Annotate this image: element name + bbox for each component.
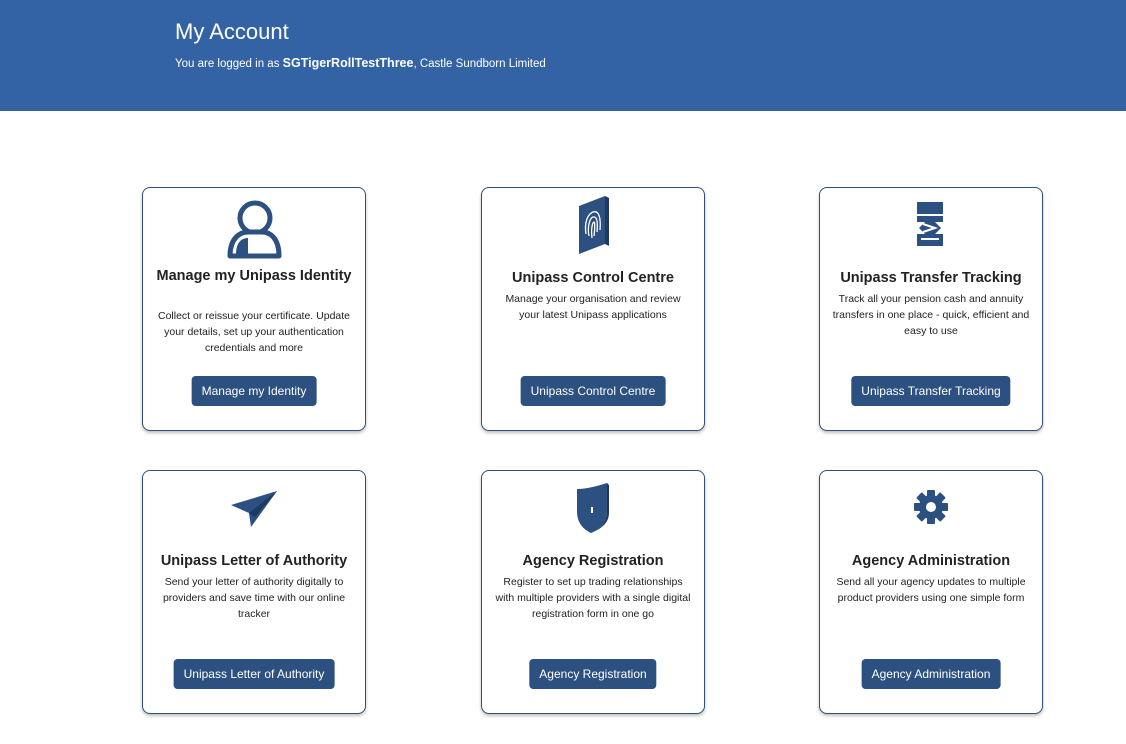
page-title: My Account — [175, 19, 289, 44]
paper-plane-icon — [143, 487, 365, 531]
card-description: Send all your agency updates to multiple… — [836, 576, 1026, 604]
card-letter-of-authority: Unipass Letter of Authority Send your le… — [142, 470, 366, 714]
card-title: Unipass Control Centre — [512, 270, 674, 286]
card-description: Register to set up trading relationships… — [495, 576, 691, 620]
card-control-centre: Unipass Control Centre Manage your organ… — [481, 187, 705, 431]
card-description: Collect or reissue your certificate. Upd… — [158, 310, 350, 354]
agency-administration-button[interactable]: Agency Administration — [861, 659, 1001, 689]
card-manage-identity: Manage my Unipass Identity Collect or re… — [142, 187, 366, 431]
account-header: My Account You are logged in as SGTigerR… — [0, 0, 1126, 111]
card-agency-administration: Agency Administration Send all your agen… — [819, 470, 1043, 714]
manage-identity-button[interactable]: Manage my Identity — [191, 376, 317, 406]
transfer-tracking-button[interactable]: Unipass Transfer Tracking — [851, 376, 1011, 406]
document-transfer-icon — [820, 200, 1042, 248]
letter-of-authority-button[interactable]: Unipass Letter of Authority — [173, 659, 335, 689]
organisation-name: , Castle Sundborn Limited — [413, 58, 546, 70]
control-centre-button[interactable]: Unipass Control Centre — [520, 376, 666, 406]
card-title: Manage my Unipass Identity — [156, 268, 352, 284]
logged-in-prefix: You are logged in as — [175, 58, 283, 70]
card-description: Manage your organisation and review your… — [505, 293, 681, 321]
card-description: Track all your pension cash and annuity … — [832, 293, 1030, 337]
card-title: Agency Administration — [851, 553, 1011, 569]
shield-icon — [482, 481, 704, 535]
user-icon — [143, 198, 365, 260]
agency-registration-button[interactable]: Agency Registration — [529, 659, 657, 689]
card-agency-registration: Agency Registration Register to set up t… — [481, 470, 705, 714]
card-description: Send your letter of authority digitally … — [162, 576, 346, 620]
fingerprint-book-icon — [482, 194, 704, 256]
logged-in-status: You are logged in as SGTigerRollTestThre… — [175, 55, 546, 72]
gear-icon — [820, 487, 1042, 527]
card-title: Agency Registration — [522, 553, 664, 569]
username: SGTigerRollTestThree — [282, 56, 414, 70]
card-title: Unipass Letter of Authority — [160, 553, 348, 569]
card-title: Unipass Transfer Tracking — [840, 270, 1022, 286]
card-transfer-tracking: Unipass Transfer Tracking Track all your… — [819, 187, 1043, 431]
